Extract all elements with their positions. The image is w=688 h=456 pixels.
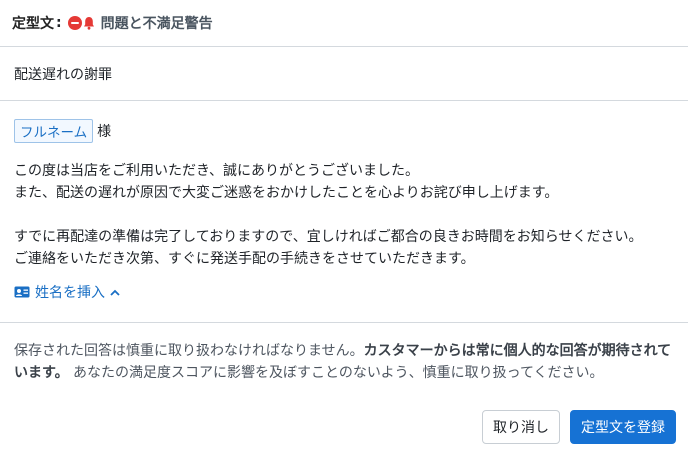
chevron-up-icon bbox=[110, 289, 120, 296]
template-title: 問題と不満足警告 bbox=[100, 16, 213, 32]
notice-text-1: 保存された回答は慎重に取り扱わなければなりません。 bbox=[14, 343, 364, 359]
paragraph-1-line-1: この度は当店をご利用いただき、誠にありがとうございました。 bbox=[14, 163, 420, 179]
dialog-header: 定型文 : 問題と不満足警告 bbox=[0, 0, 688, 47]
id-card-icon bbox=[14, 286, 30, 298]
fullname-variable-tag[interactable]: フルネーム bbox=[14, 119, 94, 143]
honorific-text: 様 bbox=[97, 124, 112, 140]
privacy-notice: 保存された回答は慎重に取り扱わなければなりません。カスタマーからは常に個人的な回… bbox=[0, 323, 688, 410]
subject-text: 配送遅れの謝罪 bbox=[14, 66, 112, 83]
dialog-footer: 取り消し 定型文を登録 bbox=[0, 410, 688, 444]
subject-field[interactable]: 配送遅れの謝罪 bbox=[0, 47, 688, 101]
paragraph-2-line-1: すでに再配達の準備は完了しておりますので、宜しければご都合の良きお時間をお知らせ… bbox=[14, 229, 643, 245]
greeting-line: フルネーム 様 bbox=[14, 119, 674, 143]
template-label: 定型文 bbox=[12, 16, 54, 32]
minus-circle-icon bbox=[67, 16, 82, 30]
message-body-editor[interactable]: フルネーム 様 この度は当店をご利用いただき、誠にありがとうございました。 また… bbox=[0, 101, 688, 323]
insert-name-label: 姓名を挿入 bbox=[35, 285, 105, 301]
cancel-button[interactable]: 取り消し bbox=[482, 410, 560, 444]
alert-icons bbox=[67, 16, 95, 30]
body-paragraph-2: すでに再配達の準備は完了しておりますので、宜しければご都合の良きお時間をお知らせ… bbox=[14, 226, 674, 270]
save-template-button[interactable]: 定型文を登録 bbox=[570, 410, 676, 444]
label-separator: : bbox=[56, 15, 62, 31]
bell-icon bbox=[83, 17, 94, 30]
notice-text-2: あなたの満足度スコアに影響を及ぼすことのないよう、慎重に取り扱ってください。 bbox=[68, 365, 604, 381]
body-paragraph-1: この度は当店をご利用いただき、誠にありがとうございました。 また、配送の遅れが原… bbox=[14, 160, 674, 204]
insert-name-button[interactable]: 姓名を挿入 bbox=[14, 282, 120, 302]
paragraph-1-line-2: また、配送の遅れが原因で大変ご迷惑をおかけしたことを心よりお詫び申し上げます。 bbox=[14, 185, 559, 201]
paragraph-2-line-2: ご連絡をいただき次第、すぐに発送手配の手続きをさせていただきます。 bbox=[14, 251, 475, 267]
